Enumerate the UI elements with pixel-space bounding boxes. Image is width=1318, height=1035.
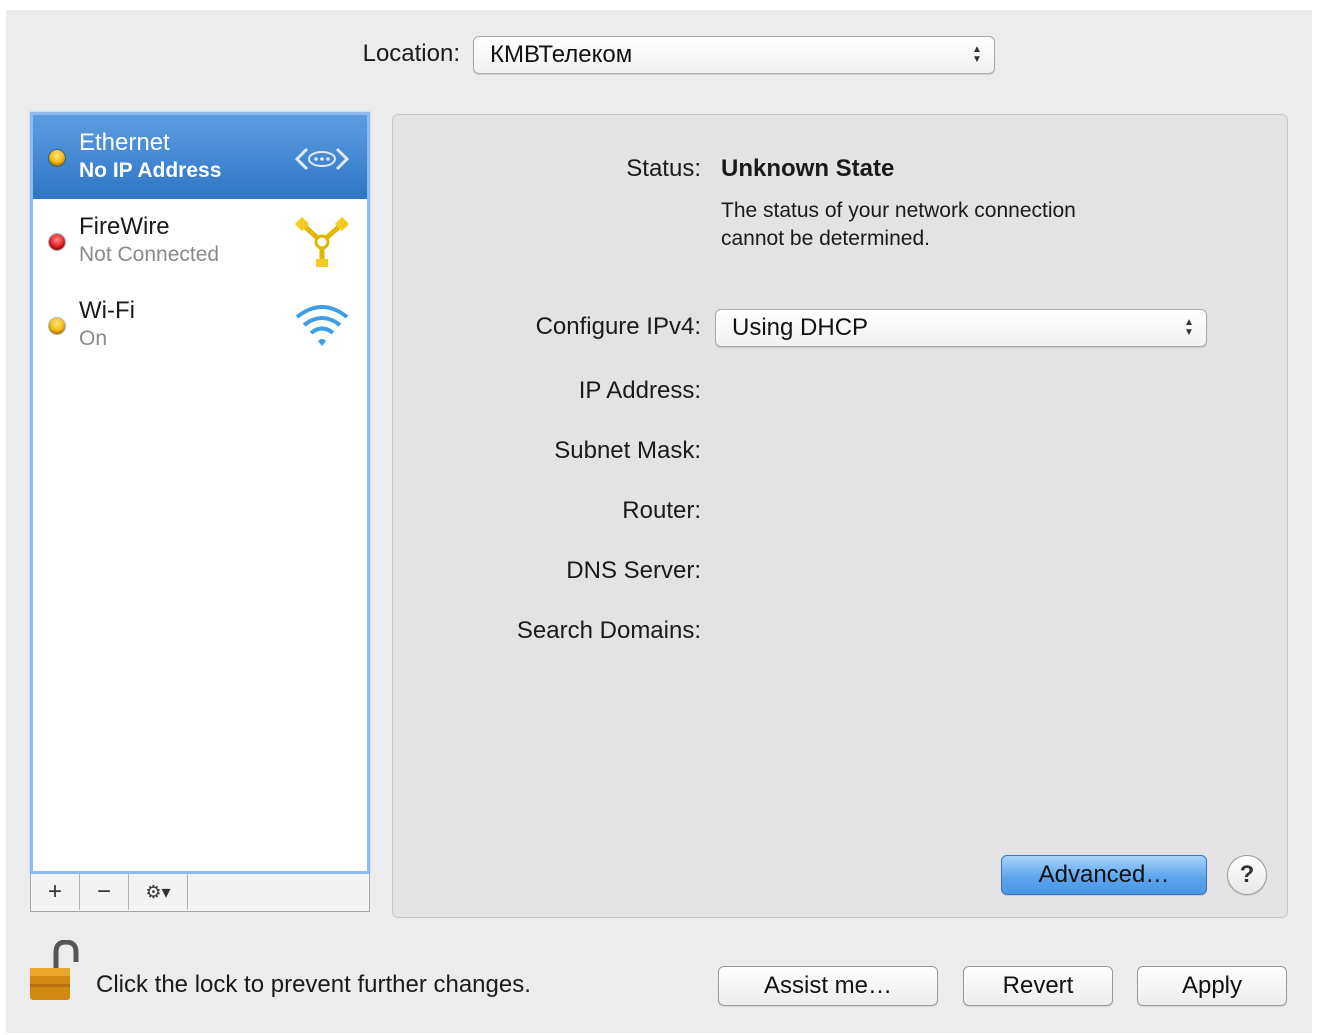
apply-button[interactable]: Apply <box>1137 966 1287 1006</box>
service-list-toolbar: + − ⚙▾ <box>30 874 370 912</box>
assist-me-button[interactable]: Assist me… <box>718 966 938 1006</box>
lock-message: Click the lock to prevent further change… <box>96 971 531 998</box>
popup-arrows-icon: ▲ ▼ <box>972 44 982 65</box>
network-preferences-window: Location: КМВТелеком ▲ ▼ Ethernet No IP A… <box>6 10 1312 1033</box>
service-item-ethernet[interactable]: Ethernet No IP Address <box>33 115 367 199</box>
status-description-line-2: cannot be determined. <box>721 227 930 250</box>
help-button[interactable]: ? <box>1227 855 1267 895</box>
detail-pane: Status: Unknown State The status of your… <box>392 114 1288 918</box>
service-name: Ethernet <box>79 129 170 156</box>
status-description-line-1: The status of your network connection <box>721 199 1076 222</box>
location-popup[interactable]: КМВТелеком ▲ ▼ <box>473 36 995 74</box>
ip-address-label: IP Address: <box>578 377 701 404</box>
location-label: Location: <box>362 40 460 67</box>
router-label: Router: <box>622 497 701 524</box>
action-menu-button[interactable]: ⚙▾ <box>129 874 188 910</box>
firewire-icon <box>294 216 350 267</box>
service-status: Not Connected <box>79 243 220 266</box>
status-dot-yellow-icon <box>49 318 65 334</box>
service-list: Ethernet No IP Address FireWire Not Conn… <box>30 112 370 874</box>
service-status: No IP Address <box>79 159 222 182</box>
popup-arrows-icon: ▲ ▼ <box>1184 317 1194 338</box>
configure-ipv4-label: Configure IPv4: <box>535 313 701 340</box>
search-domains-label: Search Domains: <box>516 617 701 644</box>
subnet-mask-label: Subnet Mask: <box>554 437 701 464</box>
status-value: Unknown State <box>721 155 895 182</box>
service-item-firewire[interactable]: FireWire Not Connected <box>33 199 367 283</box>
dns-server-label: DNS Server: <box>566 557 701 584</box>
advanced-button[interactable]: Advanced… <box>1001 855 1207 895</box>
remove-service-button[interactable]: − <box>80 874 129 910</box>
lock-icon[interactable] <box>26 940 84 1004</box>
service-status: On <box>79 327 108 350</box>
service-name: FireWire <box>79 213 170 240</box>
configure-ipv4-popup[interactable]: Using DHCP ▲ ▼ <box>715 309 1207 347</box>
ethernet-icon <box>294 147 350 171</box>
wifi-icon <box>295 305 349 346</box>
status-dot-red-icon <box>49 234 65 250</box>
service-item-wifi[interactable]: Wi-Fi On <box>33 283 367 367</box>
configure-ipv4-value: Using DHCP <box>732 314 869 341</box>
revert-button[interactable]: Revert <box>963 966 1113 1006</box>
status-label: Status: <box>626 155 701 182</box>
location-value: КМВТелеком <box>490 41 633 68</box>
add-service-button[interactable]: + <box>31 874 80 910</box>
service-name: Wi-Fi <box>79 297 135 324</box>
status-dot-yellow-icon <box>49 150 65 166</box>
